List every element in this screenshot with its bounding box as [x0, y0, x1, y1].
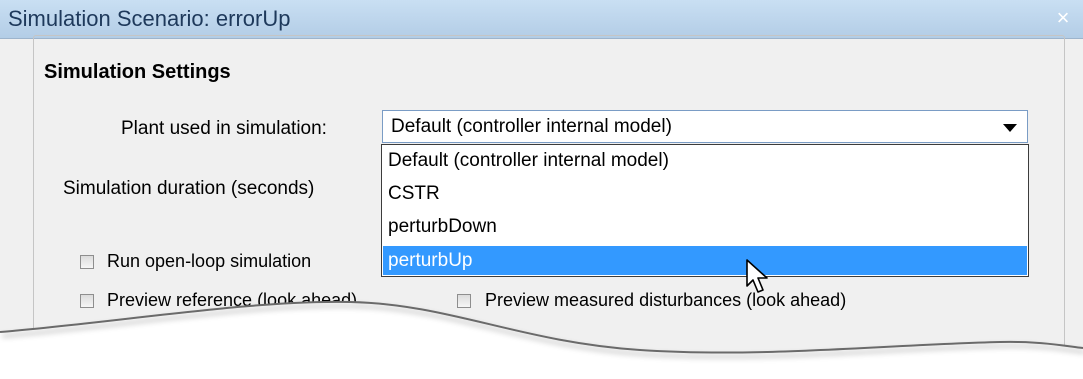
torn-edge	[0, 300, 1083, 379]
simulation-scenario-dialog: Simulation Scenario: errorUp × Simulatio…	[0, 0, 1083, 379]
